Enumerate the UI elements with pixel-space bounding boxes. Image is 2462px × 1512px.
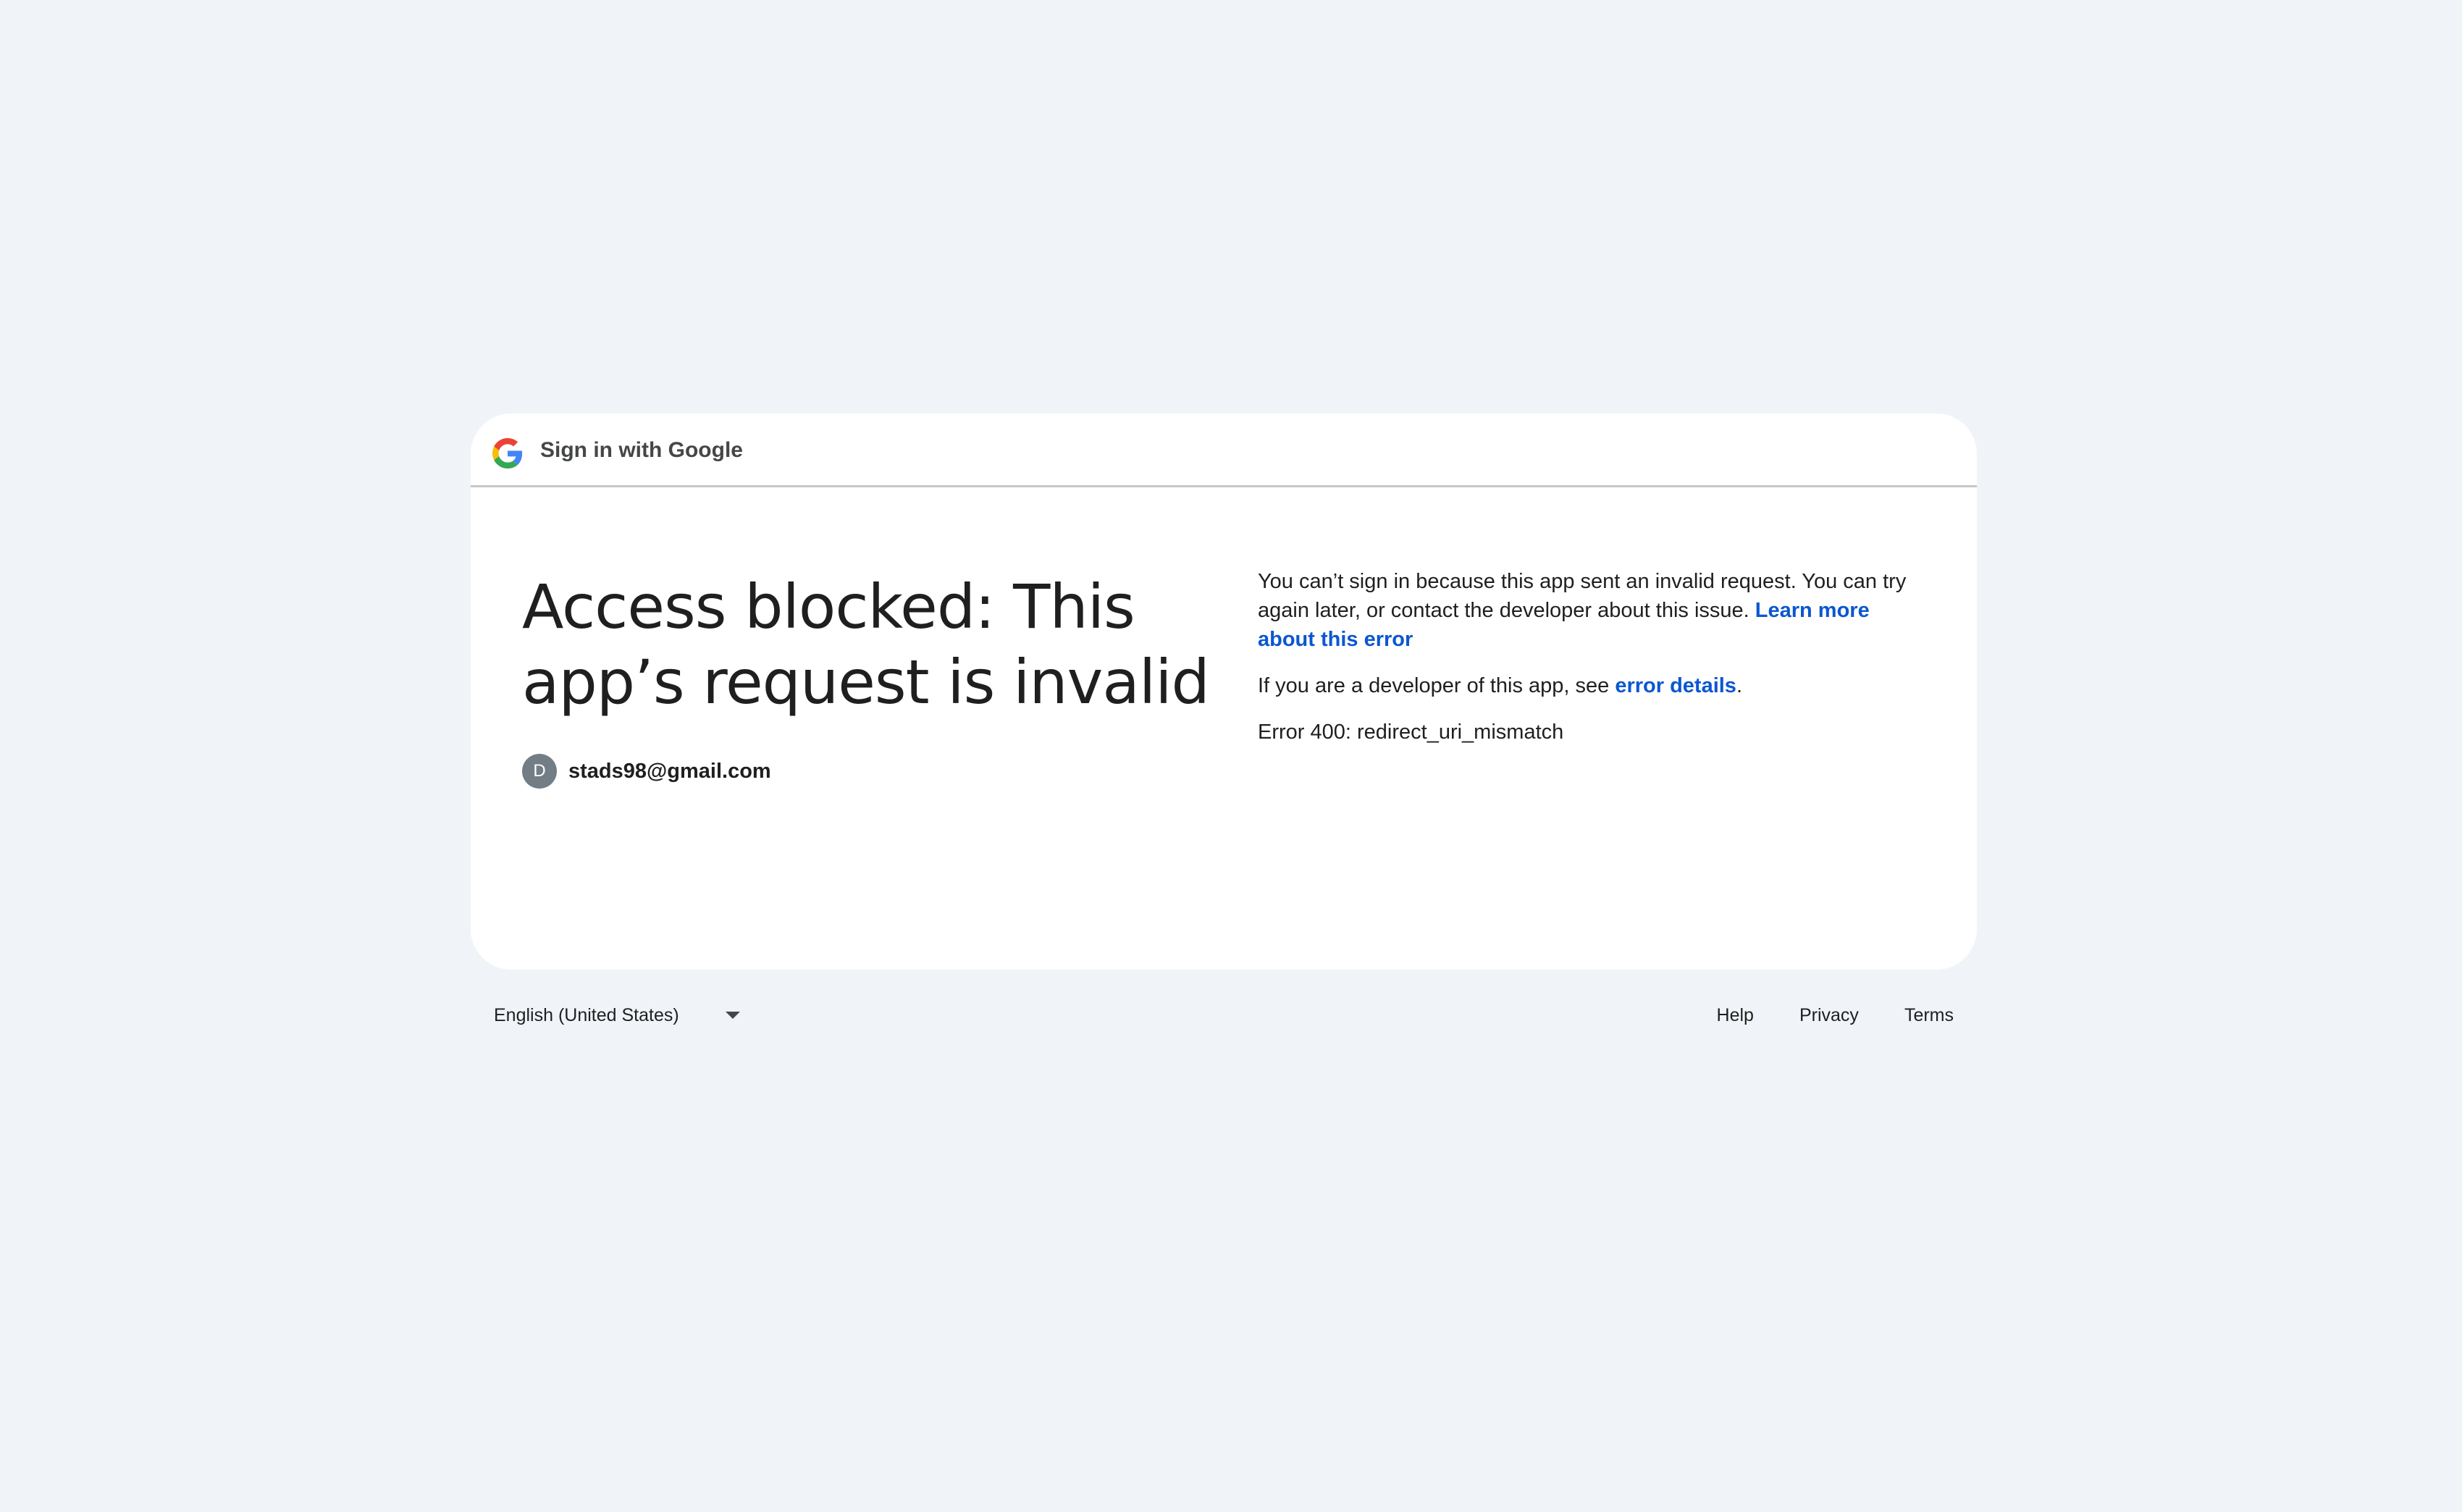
error-message: You can’t sign in because this app sent …	[1258, 567, 1909, 654]
help-link[interactable]: Help	[1717, 1005, 1754, 1026]
error-details-link[interactable]: error details	[1615, 674, 1736, 697]
footer-links: Help Privacy Terms	[1671, 992, 1954, 1038]
error-description: You can’t sign in because this app sent …	[1258, 567, 1909, 747]
card-header: Sign in with Google	[471, 413, 1977, 487]
sign-in-card: Sign in with Google Access blocked: This…	[471, 413, 1977, 970]
privacy-link[interactable]: Privacy	[1799, 1005, 1859, 1026]
account-email: stads98@gmail.com	[568, 759, 771, 783]
page-title: Access blocked: This app’s request is in…	[522, 571, 1210, 718]
developer-note: If you are a developer of this app, see …	[1258, 671, 1909, 700]
developer-note-suffix: .	[1736, 674, 1743, 697]
error-code: Error 400: redirect_uri_mismatch	[1258, 721, 1564, 744]
developer-note-prefix: If you are a developer of this app, see	[1258, 674, 1616, 697]
google-logo-icon	[492, 438, 523, 469]
language-label: English (United States)	[494, 1004, 679, 1025]
terms-link[interactable]: Terms	[1904, 1005, 1954, 1026]
account-chip[interactable]: D stads98@gmail.com	[522, 754, 771, 789]
footer: English (United States) Help Privacy Ter…	[471, 992, 1977, 1038]
header-title: Sign in with Google	[540, 438, 743, 462]
language-selector[interactable]: English (United States)	[494, 992, 740, 1038]
dropdown-arrow-icon	[725, 1012, 740, 1019]
avatar: D	[522, 754, 557, 789]
